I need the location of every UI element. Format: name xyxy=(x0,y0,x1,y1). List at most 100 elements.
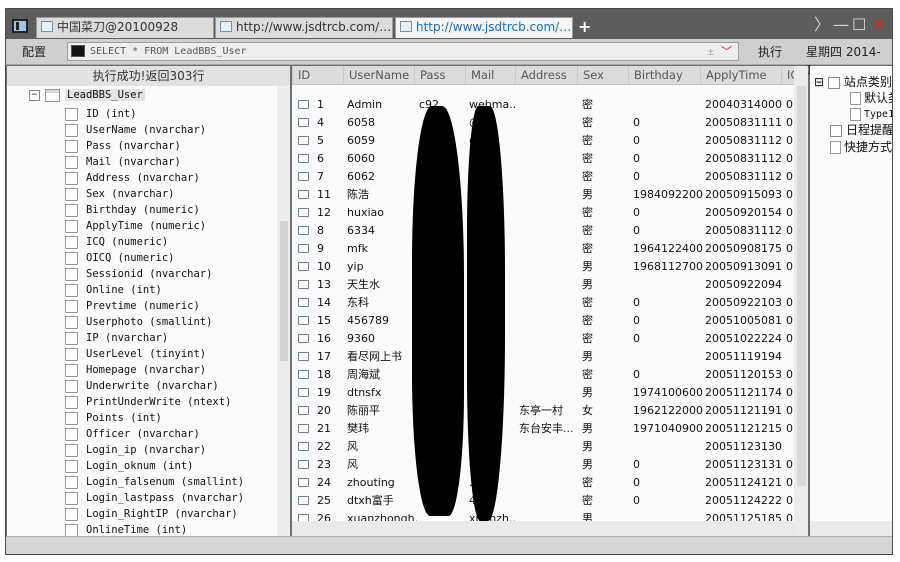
config-button[interactable]: 配置 xyxy=(22,43,46,61)
cell-address: 东台安丰... xyxy=(519,422,574,435)
tree-column-item[interactable]: IP (nvarchar) xyxy=(65,330,168,346)
maximize-button[interactable]: ☐ xyxy=(852,16,866,34)
column-header[interactable]: Sex xyxy=(577,66,628,84)
table-row[interactable]: 1Adminc92webma...密20040314000...0 xyxy=(292,96,808,114)
table-row[interactable]: 18周海斌密020051120153...0 xyxy=(292,366,808,384)
tab-site-1[interactable]: http://www.jsdtrcb.com/upfile... xyxy=(215,17,393,38)
sql-input[interactable]: SELECT * FROM LeadBBS_User ± ﹀ xyxy=(67,42,739,61)
cell-address xyxy=(519,438,579,456)
terminal-icon xyxy=(71,45,85,57)
type1-item[interactable]: Type1 xyxy=(850,107,892,123)
table-row[interactable]: 24zhouting...密020051124121...0 xyxy=(292,474,808,492)
collapse-icon[interactable]: − xyxy=(29,89,40,101)
tree-column-item[interactable]: Login_RightIP (nvarchar) xyxy=(65,506,238,522)
column-header[interactable]: ID xyxy=(292,66,343,84)
tree-scrollbar[interactable] xyxy=(277,86,290,536)
table-row[interactable]: 23风g...男020051123131...0 xyxy=(292,456,808,474)
table-row[interactable]: 56059@...密020050831112...0 xyxy=(292,132,808,150)
tree-column-item[interactable]: PrintUnderWrite (ntext) xyxy=(65,394,231,410)
table-row[interactable]: 25dtxh富手4...密020051124222...0 xyxy=(292,492,808,510)
tree-column-item[interactable]: Prevtime (numeric) xyxy=(65,298,200,314)
column-header[interactable]: Address xyxy=(515,66,577,84)
column-header[interactable]: Birthday xyxy=(628,66,700,84)
cell-address xyxy=(519,276,579,294)
tree-column-item[interactable]: Sex (nvarchar) xyxy=(65,186,175,202)
table-row[interactable]: 86334...密020050831112...0 xyxy=(292,222,808,240)
tree-column-item[interactable]: Underwrite (nvarchar) xyxy=(65,378,219,394)
table-row[interactable]: 14东科密020050922103...0 xyxy=(292,294,808,312)
minimize-button[interactable]: — xyxy=(833,16,849,34)
tree-column-item[interactable]: ICQ (numeric) xyxy=(65,234,168,250)
new-tab-button[interactable]: + xyxy=(578,18,591,36)
forward-icon[interactable]: 〉 xyxy=(814,16,830,34)
table-row[interactable]: 20陈丽平0...东亭一村女1962122000...20051121191..… xyxy=(292,402,808,420)
column-icon xyxy=(65,427,78,441)
scroll-thumb[interactable] xyxy=(797,86,806,486)
sidebar-toggle-icon[interactable] xyxy=(12,19,28,33)
cell-id: 17 xyxy=(317,350,331,363)
tree-column-item[interactable]: ID (int) xyxy=(65,106,137,122)
table-row[interactable]: 15456789密020051005081...0 xyxy=(292,312,808,330)
cell-username: 陈浩 xyxy=(347,188,369,201)
tree-column-item[interactable]: Birthday (numeric) xyxy=(65,202,200,218)
tab-home[interactable]: 中国菜刀@20100928 xyxy=(36,17,214,38)
tree-column-item[interactable]: Login_ip (nvarchar) xyxy=(65,442,206,458)
execute-button[interactable]: 执行 xyxy=(758,43,782,61)
table-row[interactable]: 46058@...密020050831111...0 xyxy=(292,114,808,132)
schedule-item[interactable]: 日程提醒 xyxy=(830,122,892,138)
tree-column-item[interactable]: Sessionid (nvarchar) xyxy=(65,266,212,282)
table-row[interactable]: 17 看尽网上书 男 20051119194... xyxy=(292,348,808,366)
tree-column-item[interactable]: Officer (nvarchar) xyxy=(65,426,200,442)
plus-minus-icon[interactable]: ± xyxy=(707,43,714,60)
tree-root-table[interactable]: − LeadBBS_User xyxy=(29,88,145,102)
panel-hscrollbar[interactable] xyxy=(810,521,892,536)
table-row[interactable]: 13 天生水 男 20050922094... xyxy=(292,276,808,294)
table-row[interactable]: 76062@...密020050831112...0 xyxy=(292,168,808,186)
column-header[interactable]: UserName xyxy=(343,66,414,84)
tree-column-item[interactable]: Userphoto (smallint) xyxy=(65,314,212,330)
table-row[interactable]: 169360密020051022224...0 xyxy=(292,330,808,348)
site-category-node[interactable]: ⊟ 站点类别 xyxy=(814,74,892,90)
tree-column-item[interactable]: UserName (nvarchar) xyxy=(65,122,206,138)
default-category-item[interactable]: 默认类 xyxy=(850,90,892,106)
tree-column-item[interactable]: Login_oknum (int) xyxy=(65,458,193,474)
column-icon xyxy=(65,235,78,249)
grid-hscrollbar[interactable] xyxy=(292,521,794,536)
tree-column-item[interactable]: OnlineTime (int) xyxy=(65,522,187,536)
tree-column-item[interactable]: Points (int) xyxy=(65,410,162,426)
cell-sex: 密 xyxy=(582,98,593,111)
table-row[interactable]: 9mfk密1964122400...20050908175...0 xyxy=(292,240,808,258)
tab-site-2[interactable]: http://www.jsdtrcb.com/upfile... xyxy=(395,17,573,38)
close-button[interactable]: ✕ xyxy=(872,16,885,34)
table-row[interactable]: 66060@...密020050831112...0 xyxy=(292,150,808,168)
tree-column-item[interactable]: ApplyTime (numeric) xyxy=(65,218,206,234)
tree-column-item[interactable]: Online (int) xyxy=(65,282,162,298)
table-row[interactable]: 19dtnsfx男1974100600...20051121174...0 xyxy=(292,384,808,402)
table-row[interactable]: 21樊玮...东台安丰...男1971040900...20051121215.… xyxy=(292,420,808,438)
tree-column-item[interactable]: UserLevel (tinyint) xyxy=(65,346,206,362)
tab-title: 中国菜刀@20100928 xyxy=(57,20,179,34)
tree-column-item[interactable]: Login_falsenum (smallint) xyxy=(65,474,244,490)
table-row[interactable]: 10yip男1968112700...20050913091...0 xyxy=(292,258,808,276)
tree-column-item[interactable]: Address (nvarchar) xyxy=(65,170,200,186)
table-row[interactable]: 22风g...男20051123130... xyxy=(292,438,808,456)
column-icon xyxy=(65,139,78,153)
column-header[interactable]: ApplyTime xyxy=(700,66,781,84)
scroll-thumb[interactable] xyxy=(280,221,288,361)
cell-sex: 女 xyxy=(582,404,593,417)
tree-column-item[interactable]: Login_lastpass (nvarchar) xyxy=(65,490,244,506)
cell-id: 23 xyxy=(317,458,331,471)
grid-scrollbar[interactable] xyxy=(794,66,808,536)
column-header[interactable]: Mail xyxy=(465,66,515,84)
column-header[interactable]: Pass xyxy=(414,66,465,84)
table-row[interactable]: 11陈浩n...男1984092200...20050915093...0 xyxy=(292,186,808,204)
tree-column-item[interactable]: Homepage (nvarchar) xyxy=(65,362,206,378)
tree-column-item[interactable]: OICQ (numeric) xyxy=(65,250,175,266)
chevron-down-icon[interactable]: ﹀ xyxy=(721,43,732,60)
collapse-icon[interactable]: ⊟ xyxy=(814,75,824,89)
table-row[interactable]: 12huxiao...密020050920154...0 xyxy=(292,204,808,222)
shortcut-item[interactable]: 快捷方式 xyxy=(830,139,892,155)
cell-birthday: 0 xyxy=(633,368,640,381)
tree-column-item[interactable]: Mail (nvarchar) xyxy=(65,154,181,170)
tree-column-item[interactable]: Pass (nvarchar) xyxy=(65,138,181,154)
